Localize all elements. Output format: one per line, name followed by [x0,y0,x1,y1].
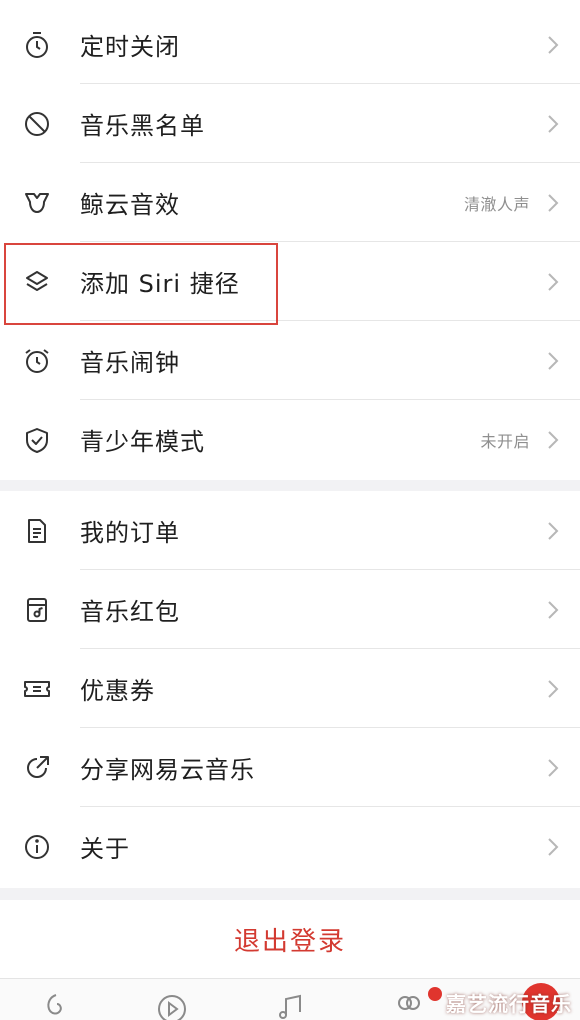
row-label: 优惠券 [80,677,155,705]
settings-group-secondary: 我的订单 音乐红包 优惠券 分享网易云音乐 关于 [0,491,580,888]
shield-icon [22,425,52,455]
logout-button[interactable]: 退出登录 [0,900,580,978]
music-wallet-icon [22,595,52,625]
chevron-right-icon [548,272,559,291]
row-label: 分享网易云音乐 [80,756,255,784]
watermark: 嘉艺流行音乐 [446,992,572,1016]
document-icon [22,516,52,546]
ticket-icon [22,674,52,704]
row-value: 清澈人声 [463,194,530,214]
chevron-right-icon [548,193,559,212]
alarm-icon [22,346,52,376]
row-music-alarm[interactable]: 音乐闹钟 [0,321,580,400]
discover-tab-icon[interactable] [38,989,74,1020]
row-blacklist[interactable]: 音乐黑名单 [0,84,580,163]
whale-icon [22,188,52,218]
chevron-right-icon [548,521,559,540]
friends-tab-icon[interactable] [390,989,426,1020]
row-label: 关于 [80,835,130,863]
row-value: 未开启 [480,431,530,451]
row-label: 音乐闹钟 [80,349,180,377]
music-tab-icon[interactable] [272,989,308,1020]
chevron-right-icon [548,679,559,698]
row-coupons[interactable]: 优惠券 [0,649,580,728]
row-label: 鲸云音效 [80,191,180,219]
row-teen-mode[interactable]: 青少年模式 未开启 [0,400,580,479]
chevron-right-icon [548,114,559,133]
row-label: 定时关闭 [80,33,180,61]
settings-group-primary: 定时关闭 音乐黑名单 鲸云音效 清澈人声 添加 Siri 捷径 音乐闹钟 青少年… [0,0,580,480]
share-icon [22,753,52,783]
notification-badge [428,987,442,1001]
timer-icon [22,30,52,60]
info-icon [22,832,52,862]
row-label: 音乐黑名单 [80,112,205,140]
chevron-right-icon [548,837,559,856]
video-tab-icon[interactable] [154,989,190,1020]
chevron-right-icon [548,430,559,449]
chevron-right-icon [548,758,559,777]
chevron-right-icon [548,600,559,619]
settings-page: 定时关闭 音乐黑名单 鲸云音效 清澈人声 添加 Siri 捷径 音乐闹钟 青少年… [0,0,580,1020]
row-label: 青少年模式 [80,428,205,456]
chevron-right-icon [548,35,559,54]
logout-label: 退出登录 [233,926,346,957]
row-share-app[interactable]: 分享网易云音乐 [0,728,580,807]
row-about[interactable]: 关于 [0,807,580,886]
chevron-right-icon [548,351,559,370]
highlight-box [4,243,278,325]
row-red-packet[interactable]: 音乐红包 [0,570,580,649]
row-my-orders[interactable]: 我的订单 [0,491,580,570]
row-label: 音乐红包 [80,598,180,626]
block-icon [22,109,52,139]
row-sleep-timer[interactable]: 定时关闭 [0,5,580,84]
row-sound-effects[interactable]: 鲸云音效 清澈人声 [0,163,580,242]
row-label: 我的订单 [80,519,180,547]
